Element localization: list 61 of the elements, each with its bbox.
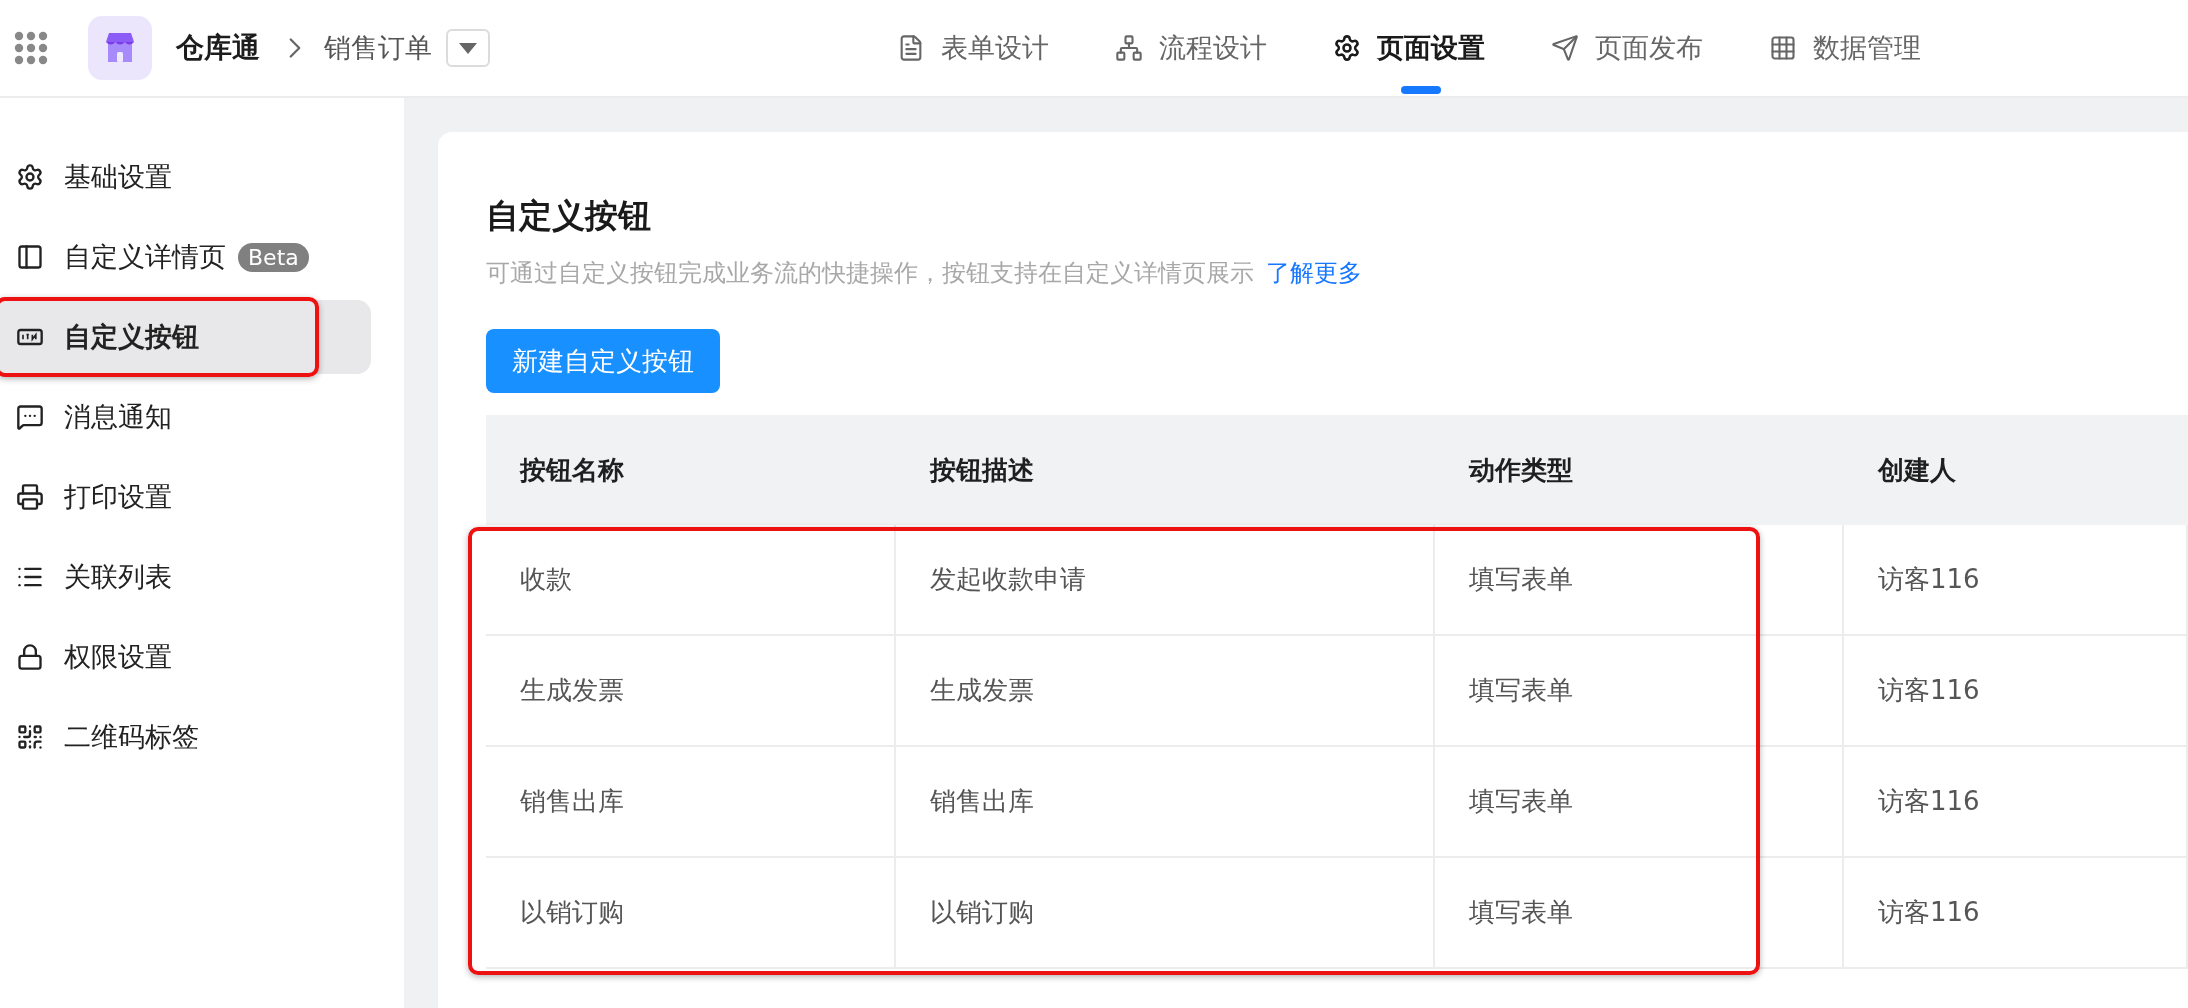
paper-plane-icon: [1551, 34, 1579, 62]
nav-tab[interactable]: 数据管理: [1736, 0, 1954, 96]
sidebar-item[interactable]: 基础设置: [0, 140, 371, 214]
sidebar-item[interactable]: 打印设置: [0, 460, 371, 534]
sidebar-item-icon: [16, 163, 44, 191]
table-cell: 销售出库: [486, 747, 896, 858]
column-header: 动作类型: [1435, 415, 1844, 525]
table-cell: 销售出库: [896, 747, 1435, 858]
sidebar-item-label: 自定义按钮: [64, 320, 199, 354]
sidebar-item-label: 消息通知: [64, 400, 172, 434]
settings-icon: [1333, 34, 1361, 62]
table-cell: 填写表单: [1435, 636, 1844, 747]
app-name[interactable]: 仓库通: [176, 29, 260, 67]
sidebar-item[interactable]: 关联列表: [0, 540, 371, 614]
sidebar-item-icon: [16, 643, 44, 671]
nav-tab[interactable]: 页面设置: [1300, 0, 1518, 96]
page-title: 自定义按钮: [486, 195, 652, 237]
sidebar-item-label: 自定义详情页: [64, 240, 226, 274]
caret-down-icon: [459, 42, 477, 54]
beta-badge: Beta: [238, 242, 309, 272]
table-cell: 访客116: [1844, 636, 2188, 747]
grid-icon: [1769, 34, 1797, 62]
table-cell: 访客116: [1844, 858, 2188, 969]
sidebar-item-label: 关联列表: [64, 560, 172, 594]
table-cell: 发起收款申请: [896, 525, 1435, 636]
sidebar-item-icon: [16, 483, 44, 511]
apps-grid-icon[interactable]: [14, 31, 48, 65]
table-cell: 收款: [486, 525, 896, 636]
table-cell: 填写表单: [1435, 747, 1844, 858]
column-header: 创建人: [1844, 415, 2188, 525]
nav-tab[interactable]: 表单设计: [864, 0, 1082, 96]
learn-more-link[interactable]: 了解更多: [1266, 259, 1362, 287]
table-cell: 生成发票: [486, 636, 896, 747]
column-header: 按钮名称: [486, 415, 896, 525]
sidebar-item-icon: [16, 403, 44, 431]
table-cell: 以销订购: [896, 858, 1435, 969]
sidebar-item-label: 打印设置: [64, 480, 172, 514]
sidebar-item-label: 基础设置: [64, 160, 172, 194]
sidebar-item-icon: [16, 723, 44, 751]
column-header: 按钮描述: [896, 415, 1435, 525]
table-cell: 填写表单: [1435, 858, 1844, 969]
table-cell: 填写表单: [1435, 525, 1844, 636]
sidebar-item[interactable]: 消息通知: [0, 380, 371, 454]
dropdown-button[interactable]: [446, 29, 490, 67]
table-cell: 生成发票: [896, 636, 1435, 747]
page-description: 可通过自定义按钮完成业务流的快捷操作，按钮支持在自定义详情页展示 了解更多: [486, 258, 1363, 289]
sidebar-item[interactable]: 自定义按钮: [0, 300, 371, 374]
sidebar-item[interactable]: 二维码标签: [0, 700, 371, 774]
nav-tab[interactable]: 流程设计: [1082, 0, 1300, 96]
table-cell: 访客116: [1844, 525, 2188, 636]
app-logo: [88, 16, 152, 80]
sidebar-item-label: 二维码标签: [64, 720, 199, 754]
sidebar-item-label: 权限设置: [64, 640, 172, 674]
table-cell: 以销订购: [486, 858, 896, 969]
sidebar-item[interactable]: 自定义详情页 Beta: [0, 220, 371, 294]
flowchart-icon: [1115, 34, 1143, 62]
table-cell: 访客116: [1844, 747, 2188, 858]
nav-tab[interactable]: 页面发布: [1518, 0, 1736, 96]
sidebar-item-icon: [16, 243, 44, 271]
form-name[interactable]: 销售订单: [324, 30, 432, 66]
sidebar-item[interactable]: 权限设置: [0, 620, 371, 694]
